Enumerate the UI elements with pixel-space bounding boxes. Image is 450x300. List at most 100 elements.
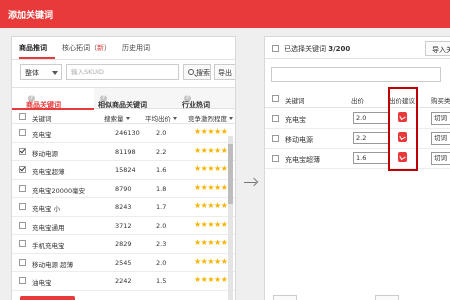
export-button[interactable]: 导出 [214,64,235,80]
col-competition[interactable]: 竞争激烈程度 [188,113,233,123]
competition-stars: ★★★★★ [194,275,228,284]
footer-button[interactable] [375,295,399,300]
row-checkbox[interactable] [19,221,26,229]
selected-keyword-row[interactable]: 充电宝 2.0 切词 [265,109,450,129]
avg-bid: 2.0 [156,258,167,267]
search-volume: 2829 [115,240,132,248]
select-all-checkbox[interactable] [19,113,26,120]
row-checkbox[interactable] [19,147,26,155]
tab-industry-hot-words[interactable]: 行业热词? [174,88,235,109]
tab-similar-product-keywords[interactable]: 相似商品关键词? [94,88,174,109]
sort-icon [173,117,177,120]
competition-stars: ★★★★★ [194,201,228,210]
keyword-text: 移动电源 超薄 [32,260,74,269]
search-volume: 3712 [115,221,132,230]
import-keywords-button[interactable]: 导入关 [425,41,450,56]
keyword-row[interactable]: 移动电源 超薄 2545 2.0 ★★★★★ [12,254,235,272]
keyword-table-header: 关键词 搜索量 平均出价 竞争激烈程度 [12,110,235,124]
source-tabs: 商品推词 核心拓词（新） 历史用词 [12,37,235,59]
bid-suggestion-highlight [388,87,418,171]
dialog-title: 添加关键词 [8,11,54,21]
select-all-selected-checkbox[interactable] [272,45,279,52]
keyword-row[interactable]: 移动电源 81198 2.2 ★★★★★ [12,143,235,161]
search-volume: 2545 [115,258,132,267]
new-badge: 新 [97,44,104,52]
keyword-source-panel: 商品推词 核心拓词（新） 历史用词 整体 搜索 导出 商品关键词? 相似商品关键… [11,36,236,300]
dialog-title-bar: 添加关键词 [0,0,450,28]
selected-keywords-panel: 已选择关键词 3/200 导入关 关键词 出价 出价建议 购买类 充电宝 2.0 切… [264,36,450,300]
col-avg-bid[interactable]: 平均出价 [145,113,177,123]
selected-keyword-row[interactable]: 移动电源 2.2 切词 [265,129,450,149]
competition-stars: ★★★★★ [194,238,228,247]
competition-stars: ★★★★★ [194,256,228,266]
row-checkbox[interactable] [19,166,26,173]
bid-input[interactable]: 2.0 [353,112,389,124]
competition-stars: ★★★★★ [194,164,228,173]
bid-input[interactable]: 2.2 [353,132,389,144]
search-volume: 2242 [115,277,132,285]
keyword-row[interactable]: 充电宝通用 3712 2.0 ★★★★★ [12,217,235,235]
search-volume: 15824 [115,166,136,174]
col-search-volume[interactable]: 搜索量 [104,113,130,123]
row-checkbox[interactable] [272,155,279,162]
selected-header: 已选择关键词 3/200 导入关 [265,37,450,59]
row-checkbox[interactable] [19,203,26,210]
bid-input[interactable]: 1.6 [353,152,389,164]
competition-stars: ★★★★★ [194,182,228,192]
keyword-text: 手机充电宝 [32,242,65,250]
footer-button[interactable] [273,295,297,300]
buy-type-select[interactable]: 切词 [431,152,450,165]
selected-keyword-row[interactable]: 充电宝超薄 1.6 切词 [265,149,450,169]
search-volume: 246130 [115,129,140,137]
row-checkbox[interactable] [19,129,26,136]
row-checkbox[interactable] [19,258,26,266]
keyword-text: 充电宝20000毫安 [32,186,86,195]
keyword-row[interactable]: 手机充电宝 2829 2.3 ★★★★★ [12,235,235,254]
keyword-text: 充电宝超薄 [285,156,320,164]
search-row: 整体 搜索 导出 [12,64,235,82]
col-buy-type: 购买类 [431,97,450,105]
col-keyword: 关键词 [285,97,305,105]
batch-input[interactable] [271,67,441,82]
avg-bid: 1.6 [156,166,167,174]
scrollbar-thumb[interactable] [228,144,233,204]
col-bid: 出价 [351,97,364,105]
keyword-text: 移动电源 [285,136,313,144]
row-checkbox[interactable] [19,240,26,247]
scrollbar[interactable] [228,136,233,300]
sort-icon [229,117,233,120]
avg-bid: 1.7 [156,203,167,211]
row-checkbox[interactable] [19,184,26,192]
keyword-row[interactable]: 充电宝超薄 15824 1.6 ★★★★★ [12,161,235,180]
keyword-text: 充电宝 [285,116,306,124]
avg-bid: 1.8 [156,184,167,193]
row-checkbox[interactable] [272,115,279,122]
keyword-row[interactable]: 充电宝 小 8243 1.7 ★★★★★ [12,198,235,217]
confirm-button[interactable] [20,296,75,300]
search-volume: 8243 [115,203,132,211]
keyword-text: 充电宝 [32,131,52,139]
avg-bid: 1.5 [156,277,167,285]
tab-product-keywords[interactable]: 商品关键词? [12,88,94,110]
buy-type-select[interactable]: 切词 [431,132,450,145]
search-button[interactable]: 搜索 [183,64,211,80]
row-checkbox[interactable] [19,277,26,284]
search-volume: 8790 [115,184,132,193]
keyword-row[interactable]: 油电宝 2242 1.5 ★★★★★ [12,272,235,291]
tab-product-recommend[interactable]: 商品推词 [19,43,47,53]
tab-core-expand[interactable]: 核心拓词（新） [62,43,111,53]
selected-count-label: 已选择关键词 3/200 [284,45,351,53]
avg-bid: 2.0 [156,221,167,230]
buy-type-select[interactable]: 切词 [431,112,450,125]
select-all-checkbox[interactable] [272,95,279,102]
tab-history-words[interactable]: 历史用词 [122,43,150,53]
scope-select[interactable]: 整体 [20,64,62,80]
row-checkbox[interactable] [272,135,279,142]
search-volume: 81198 [115,147,136,156]
keyword-row[interactable]: 充电宝 246130 2.0 ★★★★★ [12,124,235,143]
selected-table-header: 关键词 出价 出价建议 购买类 [265,90,450,108]
search-icon [188,69,194,75]
keyword-row[interactable]: 充电宝20000毫安 8790 1.8 ★★★★★ [12,180,235,198]
keyword-text: 移动电源 [32,149,58,158]
skuid-search-input[interactable] [66,64,179,80]
